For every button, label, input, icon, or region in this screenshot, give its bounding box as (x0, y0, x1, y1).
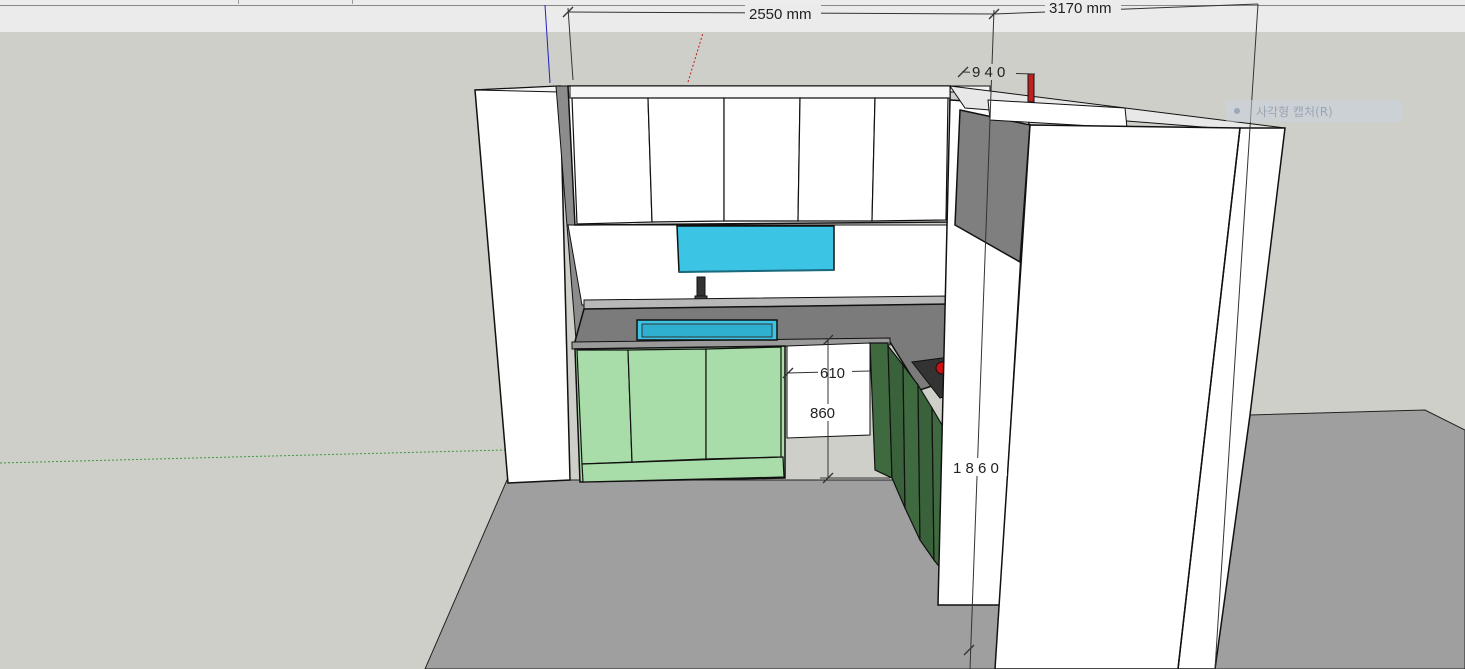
dim-label-counter-height: 860 (810, 405, 835, 422)
faucet-neck (696, 276, 706, 298)
dim-label-side-depth: 3170 mm (1049, 0, 1112, 17)
upper-cabinet-strip (569, 85, 951, 99)
backsplash-glass (676, 225, 835, 273)
upper-door-4 (797, 97, 876, 222)
sink-inner (641, 323, 773, 338)
lower-door-2 (627, 348, 707, 463)
lower-door-3 (705, 346, 782, 460)
upper-door-5 (871, 97, 949, 222)
tooltip-label: 사각형 캡처(R) (1256, 104, 1333, 119)
rectangle-capture-tooltip[interactable]: 사각형 캡처(R) (1226, 100, 1402, 122)
red-marker (1027, 73, 1035, 103)
dim-label-fridge-height: 1 8 6 0 (953, 460, 999, 477)
upper-door-1 (571, 97, 653, 225)
dim-label-counter-depth: 610 (820, 365, 845, 382)
floor-right (1214, 409, 1465, 669)
capture-icon (1234, 108, 1240, 114)
dim-label-top-depth: 9 4 0 (972, 64, 1005, 81)
lower-door-1 (576, 349, 633, 465)
upper-door-3 (723, 97, 801, 222)
dim-label-total-width: 2550 mm (749, 6, 812, 23)
upper-door-2 (647, 97, 725, 223)
